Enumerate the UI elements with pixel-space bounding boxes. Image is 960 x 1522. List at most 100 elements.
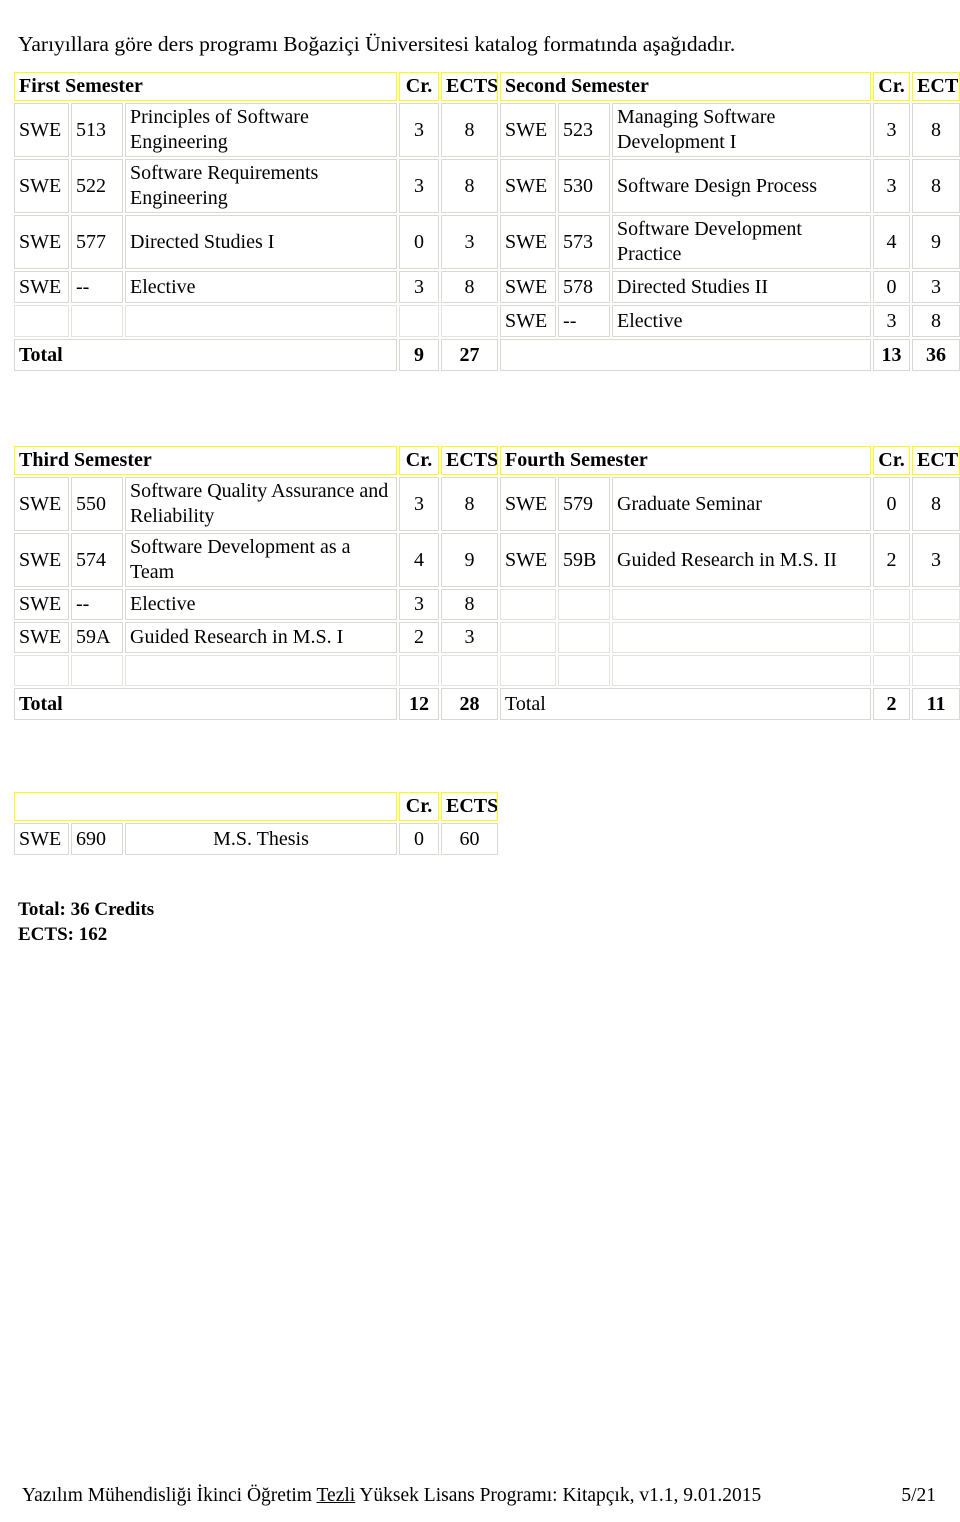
semester-1-cr-header: Cr. (399, 72, 440, 101)
course-ects (441, 305, 499, 337)
course-ects: 8 (441, 159, 499, 213)
course-credits (873, 589, 911, 620)
course-code (558, 622, 611, 653)
table-row (14, 655, 960, 686)
course-ects: 3 (912, 271, 960, 303)
page-footer: Yazılım Mühendisliği İkinci Öğretim Tezl… (22, 1484, 938, 1508)
total-credits-line: Total: 36 Credits (18, 899, 155, 920)
course-dept (14, 655, 69, 686)
table-row: SWE 59A Guided Research in M.S. I 2 3 (14, 622, 960, 653)
course-code: 550 (71, 477, 123, 531)
course-dept (500, 655, 557, 686)
course-ects: 8 (912, 477, 960, 531)
semester-table-third-fourth: Third Semester Cr. ECTS Fourth Semester … (12, 444, 960, 722)
semester-2-total-ects: 36 (912, 339, 960, 371)
thesis-cr-header: Cr. (399, 792, 439, 821)
course-title: M.S. Thesis (125, 823, 397, 855)
table-row: SWE 522 Software Requirements Engineerin… (14, 159, 960, 213)
semester-3-total-ects: 28 (441, 688, 499, 720)
semester-4-header: Fourth Semester (500, 446, 872, 475)
course-dept: SWE (14, 103, 69, 157)
course-dept: SWE (500, 477, 557, 531)
thesis-ects-header: ECTS (441, 792, 498, 821)
course-code (71, 655, 123, 686)
course-dept: SWE (500, 305, 557, 337)
course-title: Elective (612, 305, 872, 337)
thesis-header (14, 792, 397, 821)
course-dept: SWE (14, 823, 69, 855)
course-dept (500, 622, 557, 653)
course-code: -- (71, 271, 123, 303)
semester-3-total-label: Total (14, 688, 398, 720)
course-title: Guided Research in M.S. I (125, 622, 398, 653)
course-code (558, 589, 611, 620)
course-code: 577 (71, 215, 123, 269)
semester-3-cr-header: Cr. (399, 446, 440, 475)
semester-4-cr-header: Cr. (873, 446, 911, 475)
course-credits: 0 (399, 823, 439, 855)
table-header-row: Cr. ECTS (14, 792, 498, 821)
course-credits: 3 (873, 159, 911, 213)
course-title (612, 589, 872, 620)
semester-2-header: Second Semester (500, 72, 872, 101)
course-credits: 2 (873, 533, 911, 587)
course-ects: 3 (912, 533, 960, 587)
course-ects (441, 655, 499, 686)
semester-2-ects-header: ECTS (912, 72, 960, 101)
table-row: SWE 513 Principles of Software Engineeri… (14, 103, 960, 157)
course-title (612, 655, 872, 686)
course-dept (14, 305, 69, 337)
course-ects: 8 (441, 271, 499, 303)
semester-4-total-credits: 2 (873, 688, 911, 720)
course-credits (873, 622, 911, 653)
intro-paragraph: Yarıyıllara göre ders programı Boğaziçi … (18, 31, 736, 56)
semester-3-ects-header: ECTS (441, 446, 499, 475)
course-credits: 3 (399, 477, 440, 531)
course-code: 579 (558, 477, 611, 531)
course-ects: 9 (912, 215, 960, 269)
course-title: Software Design Process (612, 159, 872, 213)
course-ects: 8 (912, 159, 960, 213)
table-row: SWE 577 Directed Studies I 0 3 SWE 573 S… (14, 215, 960, 269)
table-header-row: First Semester Cr. ECTS Second Semester … (14, 72, 960, 101)
table-total-row: Total 12 28 Total 2 11 (14, 688, 960, 720)
course-code: 513 (71, 103, 123, 157)
course-title: Elective (125, 271, 398, 303)
semester-1-total-label: Total (14, 339, 398, 371)
course-code: 59B (558, 533, 611, 587)
course-dept: SWE (500, 103, 557, 157)
course-title: Software Development Practice (612, 215, 872, 269)
course-credits: 3 (873, 305, 911, 337)
course-title: Managing Software Development I (612, 103, 872, 157)
footer-text-underlined: Tezli (316, 1485, 356, 1506)
course-code: -- (558, 305, 611, 337)
course-title (125, 305, 398, 337)
table-row: SWE 690 M.S. Thesis 0 60 (14, 823, 498, 855)
course-ects (912, 622, 960, 653)
page-number: 5/21 (901, 1485, 936, 1506)
table-row: SWE -- Elective 3 8 (14, 589, 960, 620)
course-title: Software Requirements Engineering (125, 159, 398, 213)
semester-4-ects-header: ECTS (912, 446, 960, 475)
course-title: Software Development as a Team (125, 533, 398, 587)
course-dept: SWE (14, 622, 69, 653)
document-page: Yarıyıllara göre ders programı Boğaziçi … (0, 0, 960, 1522)
course-title (125, 655, 398, 686)
semester-1-ects-header: ECTS (441, 72, 499, 101)
course-code: -- (71, 589, 123, 620)
course-title (612, 622, 872, 653)
semester-3-total-credits: 12 (399, 688, 440, 720)
course-credits: 3 (399, 271, 440, 303)
course-credits: 4 (873, 215, 911, 269)
semester-2-total-credits: 13 (873, 339, 911, 371)
course-ects: 8 (441, 103, 499, 157)
table-row: SWE 574 Software Development as a Team 4… (14, 533, 960, 587)
semester-table-first-second: First Semester Cr. ECTS Second Semester … (12, 70, 960, 373)
course-title: Software Quality Assurance and Reliabili… (125, 477, 398, 531)
footer-text: Yazılım Mühendisliği İkinci Öğretim Tezl… (22, 1484, 761, 1508)
course-credits: 3 (399, 159, 440, 213)
course-title: Principles of Software Engineering (125, 103, 398, 157)
course-code: 522 (71, 159, 123, 213)
course-credits: 0 (873, 477, 911, 531)
course-ects (912, 589, 960, 620)
